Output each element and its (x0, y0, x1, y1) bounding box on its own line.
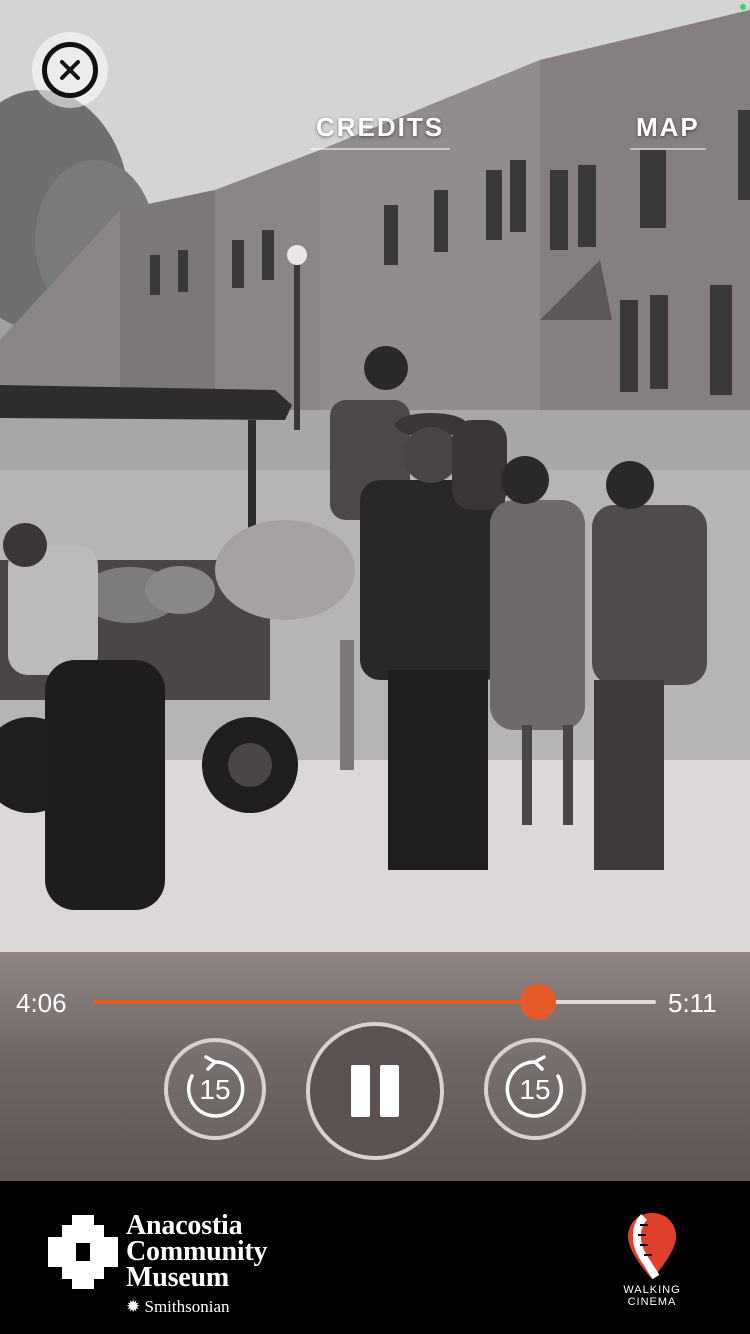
museum-logo-icon (48, 1215, 118, 1294)
credits-underline (310, 148, 451, 150)
pause-icon (346, 1065, 404, 1117)
seek-bar[interactable] (94, 984, 656, 1020)
partner-line-1: WALKING (623, 1284, 681, 1296)
status-indicator (740, 4, 746, 10)
rewind-15-button[interactable]: 15 (164, 1038, 266, 1140)
rewind-seconds: 15 (199, 1074, 231, 1105)
audio-player: 4:06 5:11 15 15 (0, 952, 750, 1181)
footer: Anacostia Community Museum ✹ Smithsonian… (0, 1181, 750, 1334)
map-underline (630, 148, 706, 150)
smithsonian-label: ✹ Smithsonian (126, 1297, 230, 1316)
forward-15-icon: 15 (500, 1054, 570, 1124)
close-button[interactable] (32, 32, 108, 108)
forward-seconds: 15 (519, 1074, 551, 1105)
seek-thumb[interactable] (519, 984, 556, 1020)
forward-15-button[interactable]: 15 (484, 1038, 586, 1140)
total-duration: 5:11 (668, 988, 717, 1018)
pause-button[interactable] (306, 1022, 444, 1160)
museum-name: Anacostia Community Museum ✹ Smithsonian (126, 1212, 268, 1317)
museum-line-3: Museum (126, 1262, 230, 1293)
map-pin-film-icon (628, 1213, 676, 1280)
map-link[interactable]: MAP (630, 112, 706, 150)
seek-progress (94, 1000, 538, 1004)
credits-link[interactable]: CREDITS (310, 112, 451, 150)
map-label: MAP (636, 112, 700, 142)
partner-line-2: CINEMA (627, 1296, 677, 1308)
walking-cinema-logo: WALKING CINEMA (614, 1211, 690, 1308)
close-icon (42, 42, 98, 98)
credits-label: CREDITS (316, 112, 445, 142)
elapsed-time: 4:06 (16, 988, 67, 1018)
rewind-15-icon: 15 (180, 1054, 250, 1124)
